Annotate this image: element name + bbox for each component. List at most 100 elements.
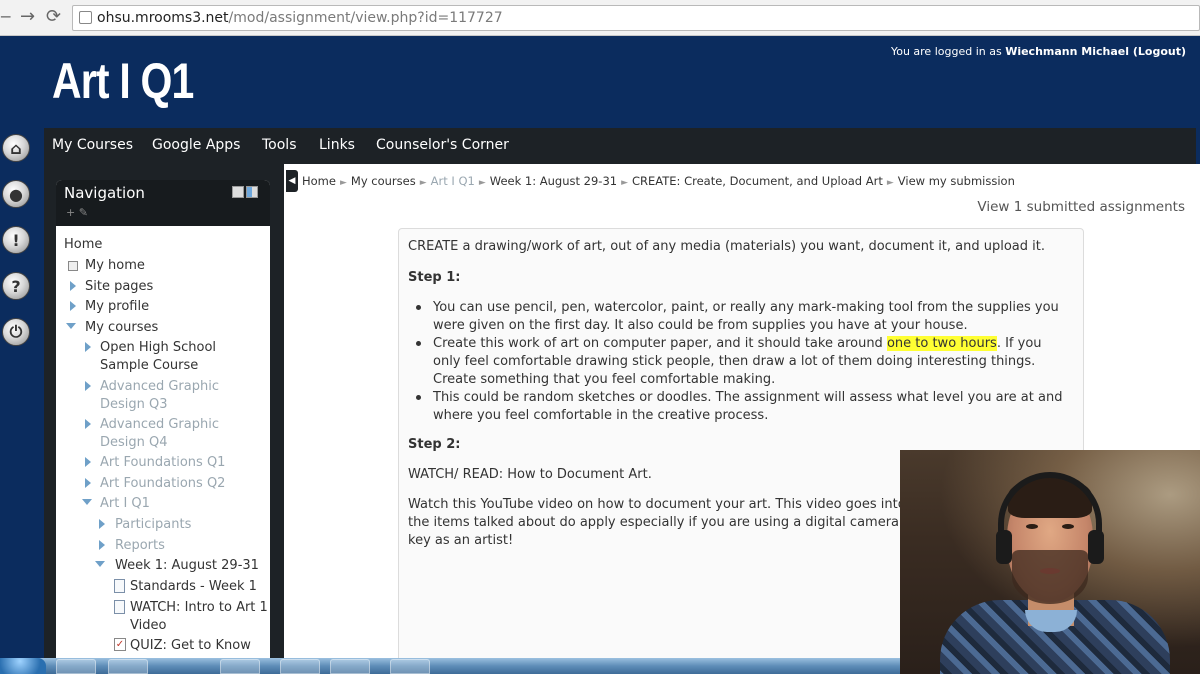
breadcrumb-separator: ► xyxy=(621,178,628,188)
bullet-1-line-2: were given on the first day. It also cou… xyxy=(433,318,968,333)
taskbar xyxy=(0,658,900,674)
bullet-2-line-1: Create this work of art on computer pape… xyxy=(433,335,1042,353)
bullet-icon xyxy=(416,305,421,310)
collapse-sidebar-icon[interactable]: ◀ xyxy=(286,170,298,192)
menu-counselors-corner[interactable]: Counselor's Corner xyxy=(376,128,509,164)
firefox-icon[interactable] xyxy=(220,659,260,674)
login-info: You are logged in as Wiechmann Michael (… xyxy=(891,45,1186,58)
chrome-icon[interactable] xyxy=(280,659,320,674)
expand-arrow-icon[interactable] xyxy=(85,478,91,488)
bullet-icon xyxy=(416,341,421,346)
step-2-heading: Step 2: xyxy=(408,437,461,452)
breadcrumb-separator: ► xyxy=(478,178,486,188)
nav-course-adv-q3-1[interactable]: Advanced Graphic xyxy=(100,378,219,396)
nav-course-adv-q4-2[interactable]: Design Q4 xyxy=(100,434,168,452)
document-icon xyxy=(114,579,125,593)
power-icon[interactable]: ⏻ xyxy=(2,318,30,346)
logout-link[interactable]: Logout xyxy=(1138,45,1181,58)
video-text-line-3: key as an artist! xyxy=(408,533,514,548)
block-edit-icons[interactable]: + ✎ xyxy=(66,206,88,219)
breadcrumb-separator: ► xyxy=(886,178,894,188)
nav-quiz[interactable]: QUIZ: Get to Know xyxy=(130,637,251,655)
bullet-2-line-2: only feel comfortable drawing stick peop… xyxy=(433,354,1036,369)
navigation-block: Navigation + ✎ Home My home Site pages M… xyxy=(56,180,270,660)
nav-course-open-high-2[interactable]: Sample Course xyxy=(100,357,198,375)
start-button[interactable] xyxy=(0,658,46,674)
home-icon[interactable]: ⌂ xyxy=(2,134,30,162)
dock-block-icon[interactable] xyxy=(246,186,258,198)
folder-icon[interactable] xyxy=(108,659,148,674)
collapse-arrow-icon[interactable] xyxy=(66,323,76,329)
nav-site-pages[interactable]: Site pages xyxy=(85,278,153,296)
nav-course-adv-q4-1[interactable]: Advanced Graphic xyxy=(100,416,219,434)
user-name-link[interactable]: Wiechmann Michael xyxy=(1005,45,1129,58)
bullet-2-text-b: . If you xyxy=(996,336,1042,351)
expand-arrow-icon[interactable] xyxy=(85,457,91,467)
nav-course-art-i-q1[interactable]: Art I Q1 xyxy=(100,495,150,513)
nav-my-profile[interactable]: My profile xyxy=(85,298,149,316)
breadcrumb: Home ► My courses ► Art I Q1 ► Week 1: August … xyxy=(302,174,1015,188)
nav-week-1[interactable]: Week 1: August 29-31 xyxy=(115,557,259,575)
nav-watch-intro-2[interactable]: Video xyxy=(130,617,166,635)
reload-icon[interactable]: ⟳ xyxy=(46,6,61,27)
nav-participants[interactable]: Participants xyxy=(115,516,191,534)
collapse-arrow-icon[interactable] xyxy=(95,561,105,567)
view-submitted-link[interactable]: View 1 submitted assignments xyxy=(977,199,1185,215)
breadcrumb-week[interactable]: Week 1: August 29-31 xyxy=(490,174,617,188)
expand-arrow-icon[interactable] xyxy=(99,540,105,550)
nav-home[interactable]: Home xyxy=(64,236,102,254)
nav-course-adv-q3-2[interactable]: Design Q3 xyxy=(100,396,168,414)
breadcrumb-view-submission[interactable]: View my submission xyxy=(898,174,1015,188)
bullet-2-text-a: Create this work of art on computer pape… xyxy=(433,336,887,351)
main-menu: My Courses Google Apps Tools Links Couns… xyxy=(44,128,1196,164)
expand-arrow-icon[interactable] xyxy=(85,381,91,391)
bullet-3-line-1: This could be random sketches or doodles… xyxy=(433,390,1063,405)
breadcrumb-my-courses[interactable]: My courses xyxy=(351,174,416,188)
menu-links[interactable]: Links xyxy=(319,128,355,164)
breadcrumb-assignment[interactable]: CREATE: Create, Document, and Upload Art xyxy=(632,174,883,188)
nav-course-open-high-1[interactable]: Open High School xyxy=(100,339,216,357)
nav-course-art-found-q2[interactable]: Art Foundations Q2 xyxy=(100,475,225,493)
webcam-person-mouth xyxy=(1040,568,1060,574)
block-controls xyxy=(232,186,258,198)
forward-arrow-icon[interactable]: → xyxy=(20,6,35,27)
alert-icon[interactable]: ! xyxy=(2,226,30,254)
url-path: /mod/assignment/view.php?id=117727 xyxy=(228,10,503,26)
site-header: Art I Q1 You are logged in as Wiechmann … xyxy=(0,36,1200,128)
help-icon[interactable]: ? xyxy=(2,272,30,300)
camera-icon[interactable] xyxy=(390,659,430,674)
menu-my-courses[interactable]: My Courses xyxy=(52,128,133,164)
bullet-1-line-1: You can use pencil, pen, watercolor, pai… xyxy=(433,300,1059,315)
user-icon[interactable]: ● xyxy=(2,180,30,208)
nav-watch-intro-1[interactable]: WATCH: Intro to Art 1 xyxy=(130,599,268,617)
ie-icon[interactable] xyxy=(56,659,96,674)
intro-text: CREATE a drawing/work of art, out of any… xyxy=(408,239,1045,254)
webcam-person-beard xyxy=(1012,550,1088,604)
breadcrumb-separator: ► xyxy=(419,178,427,188)
expand-arrow-icon[interactable] xyxy=(70,281,76,291)
expand-arrow-icon[interactable] xyxy=(85,342,91,352)
nav-my-courses[interactable]: My courses xyxy=(85,319,158,337)
menu-tools[interactable]: Tools xyxy=(262,128,297,164)
collapse-block-icon[interactable] xyxy=(232,186,244,198)
notes-icon[interactable] xyxy=(330,659,370,674)
address-bar[interactable]: ohsu.mrooms3.net/mod/assignment/view.php… xyxy=(72,5,1200,31)
expand-arrow-icon[interactable] xyxy=(85,419,91,429)
logout-close: ) xyxy=(1180,45,1186,58)
back-arrow-icon[interactable]: ‒ xyxy=(0,6,11,27)
site-title[interactable]: Art I Q1 xyxy=(52,52,194,110)
breadcrumb-course[interactable]: Art I Q1 xyxy=(431,174,475,188)
video-text-line-2: the items talked about do apply especial… xyxy=(408,515,900,530)
step-1-heading: Step 1: xyxy=(408,270,461,285)
expand-arrow-icon[interactable] xyxy=(70,301,76,311)
collapse-arrow-icon[interactable] xyxy=(82,499,92,505)
menu-google-apps[interactable]: Google Apps xyxy=(152,128,240,164)
expand-arrow-icon[interactable] xyxy=(99,519,105,529)
breadcrumb-separator: ► xyxy=(339,178,347,188)
nav-my-home[interactable]: My home xyxy=(85,257,145,275)
nav-course-art-found-q1[interactable]: Art Foundations Q1 xyxy=(100,454,225,472)
nav-standards[interactable]: Standards - Week 1 xyxy=(130,578,257,596)
breadcrumb-home[interactable]: Home xyxy=(302,174,336,188)
nav-reports[interactable]: Reports xyxy=(115,537,165,555)
document-icon xyxy=(114,600,125,614)
